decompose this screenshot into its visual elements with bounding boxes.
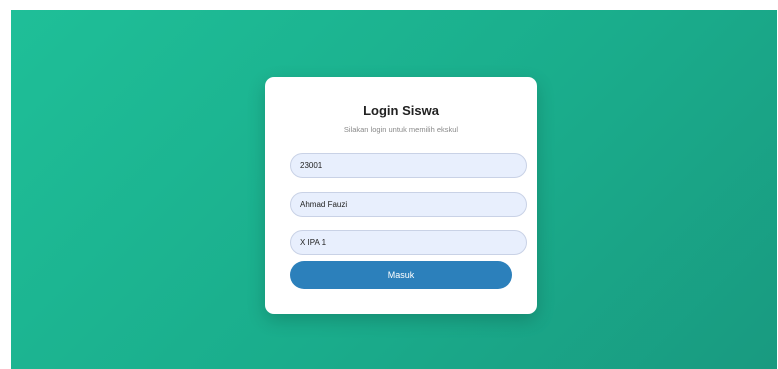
- login-submit-button[interactable]: Masuk: [290, 261, 512, 289]
- login-title: Login Siswa: [363, 103, 439, 118]
- page-background: Login Siswa Silakan login untuk memilih …: [11, 10, 777, 369]
- student-id-input[interactable]: [290, 153, 527, 178]
- login-subtitle: Silakan login untuk memilih ekskul: [343, 125, 459, 134]
- student-name-input[interactable]: [290, 192, 527, 217]
- login-card: Login Siswa Silakan login untuk memilih …: [265, 77, 537, 314]
- student-class-input[interactable]: [290, 230, 527, 255]
